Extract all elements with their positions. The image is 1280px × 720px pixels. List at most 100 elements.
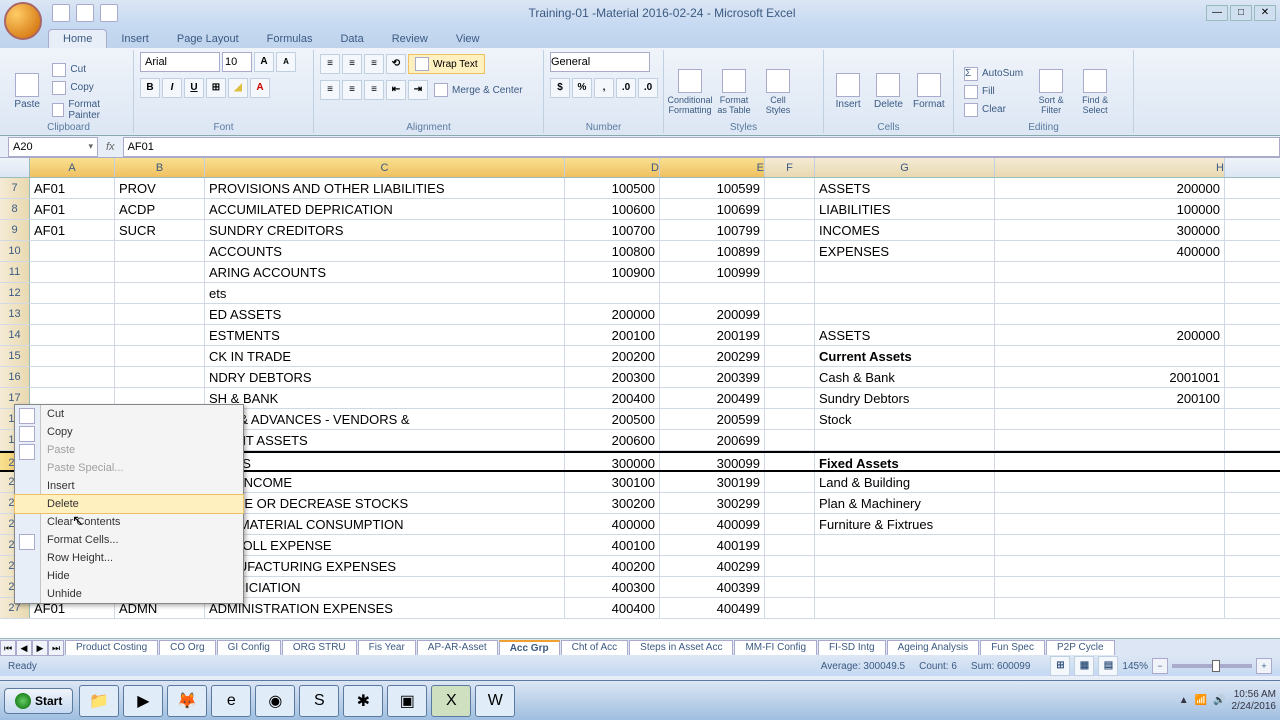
- cell[interactable]: [765, 325, 815, 345]
- cell[interactable]: 100900: [565, 262, 660, 282]
- cell[interactable]: [995, 409, 1225, 429]
- cell[interactable]: [995, 346, 1225, 366]
- cell[interactable]: ASSETS: [815, 325, 995, 345]
- row-header[interactable]: 11: [0, 262, 30, 282]
- cell[interactable]: [995, 598, 1225, 618]
- cell[interactable]: [815, 535, 995, 555]
- cell[interactable]: [995, 556, 1225, 576]
- cell[interactable]: [765, 453, 815, 470]
- tab-review[interactable]: Review: [378, 30, 442, 48]
- cell[interactable]: 400000: [995, 241, 1225, 261]
- cell[interactable]: [565, 283, 660, 303]
- font-size-select[interactable]: [222, 52, 252, 72]
- cell[interactable]: 200399: [660, 367, 765, 387]
- row-header[interactable]: 12: [0, 283, 30, 303]
- cell[interactable]: [765, 304, 815, 324]
- cell[interactable]: 2001001: [995, 367, 1225, 387]
- sheet-tab[interactable]: AP-AR-Asset: [417, 640, 498, 655]
- cell[interactable]: AF01: [30, 199, 115, 219]
- cell[interactable]: 200199: [660, 325, 765, 345]
- dec-decimal-button[interactable]: .0: [638, 78, 658, 98]
- cell[interactable]: 100899: [660, 241, 765, 261]
- row-header[interactable]: 15: [0, 346, 30, 366]
- cell[interactable]: CK IN TRADE: [205, 346, 565, 366]
- taskbar-firefox-icon[interactable]: 🦊: [167, 685, 207, 717]
- cell[interactable]: AF01: [30, 220, 115, 240]
- inc-decimal-button[interactable]: .0: [616, 78, 636, 98]
- cell[interactable]: [765, 178, 815, 198]
- cell[interactable]: Cash & Bank: [815, 367, 995, 387]
- align-bottom-button[interactable]: ≡: [364, 54, 384, 74]
- cell[interactable]: 400200: [565, 556, 660, 576]
- cell[interactable]: [995, 283, 1225, 303]
- cell[interactable]: [30, 304, 115, 324]
- sheet-tab[interactable]: Fis Year: [358, 640, 416, 655]
- cell[interactable]: [30, 283, 115, 303]
- sort-filter-button[interactable]: Sort & Filter: [1031, 62, 1071, 122]
- cell[interactable]: SUCR: [115, 220, 205, 240]
- cell[interactable]: PROV: [115, 178, 205, 198]
- cell[interactable]: 400299: [660, 556, 765, 576]
- paste-button[interactable]: Paste: [10, 62, 44, 122]
- cell[interactable]: [815, 304, 995, 324]
- cell[interactable]: ARING ACCOUNTS: [205, 262, 565, 282]
- taskbar-media-icon[interactable]: ▶: [123, 685, 163, 717]
- cell[interactable]: PAYROLL EXPENSE: [205, 535, 565, 555]
- zoom-in-button[interactable]: +: [1256, 658, 1272, 674]
- cm-paste[interactable]: Paste: [15, 441, 243, 459]
- indent-dec-button[interactable]: ⇤: [386, 80, 406, 100]
- cell[interactable]: RRENT ASSETS: [205, 430, 565, 450]
- cell[interactable]: [765, 493, 815, 513]
- cell[interactable]: [30, 262, 115, 282]
- delete-cells-button[interactable]: Delete: [870, 62, 906, 122]
- taskbar-skype-icon[interactable]: S: [299, 685, 339, 717]
- cell[interactable]: 100699: [660, 199, 765, 219]
- cell[interactable]: [115, 283, 205, 303]
- cell[interactable]: [765, 262, 815, 282]
- find-select-button[interactable]: Find & Select: [1075, 62, 1115, 122]
- cell[interactable]: 200500: [565, 409, 660, 429]
- cell[interactable]: 100600: [565, 199, 660, 219]
- insert-cells-button[interactable]: Insert: [830, 62, 866, 122]
- clear-button[interactable]: Clear: [960, 102, 1027, 118]
- cell[interactable]: SH & BANK: [205, 388, 565, 408]
- cell[interactable]: Stock: [815, 409, 995, 429]
- number-format-select[interactable]: [550, 52, 650, 72]
- cell[interactable]: 400100: [565, 535, 660, 555]
- cell[interactable]: EXPENSES: [815, 241, 995, 261]
- zoom-out-button[interactable]: −: [1152, 658, 1168, 674]
- row-header[interactable]: 13: [0, 304, 30, 324]
- cell[interactable]: 300099: [660, 453, 765, 470]
- cell[interactable]: 200099: [660, 304, 765, 324]
- cell[interactable]: [995, 472, 1225, 492]
- copy-button[interactable]: Copy: [48, 80, 127, 96]
- sheet-nav-prev[interactable]: ◀: [16, 640, 32, 656]
- col-header-h[interactable]: H: [995, 158, 1225, 177]
- cell[interactable]: Fixed Assets: [815, 453, 995, 470]
- cell[interactable]: MANUFACTURING EXPENSES: [205, 556, 565, 576]
- cell[interactable]: 400199: [660, 535, 765, 555]
- start-button[interactable]: Start: [4, 688, 73, 714]
- cell[interactable]: [995, 514, 1225, 534]
- row-header[interactable]: 16: [0, 367, 30, 387]
- wrap-text-button[interactable]: Wrap Text: [408, 54, 485, 74]
- cell[interactable]: [115, 367, 205, 387]
- cell[interactable]: ANS & ADVANCES - VENDORS &: [205, 409, 565, 429]
- col-header-b[interactable]: B: [115, 158, 205, 177]
- border-button[interactable]: ⊞: [206, 78, 226, 98]
- col-header-g[interactable]: G: [815, 158, 995, 177]
- cell[interactable]: [995, 493, 1225, 513]
- cell[interactable]: 200100: [995, 388, 1225, 408]
- cell[interactable]: 200299: [660, 346, 765, 366]
- col-header-f[interactable]: F: [765, 158, 815, 177]
- cell[interactable]: 300199: [660, 472, 765, 492]
- row-header[interactable]: 14: [0, 325, 30, 345]
- cell[interactable]: Current Assets: [815, 346, 995, 366]
- cell[interactable]: [815, 598, 995, 618]
- cell[interactable]: SUNDRY CREDITORS: [205, 220, 565, 240]
- cell[interactable]: [815, 283, 995, 303]
- cell[interactable]: 400099: [660, 514, 765, 534]
- sheet-nav-next[interactable]: ▶: [32, 640, 48, 656]
- view-normal-button[interactable]: ⊞: [1050, 656, 1070, 676]
- taskbar-word-icon[interactable]: W: [475, 685, 515, 717]
